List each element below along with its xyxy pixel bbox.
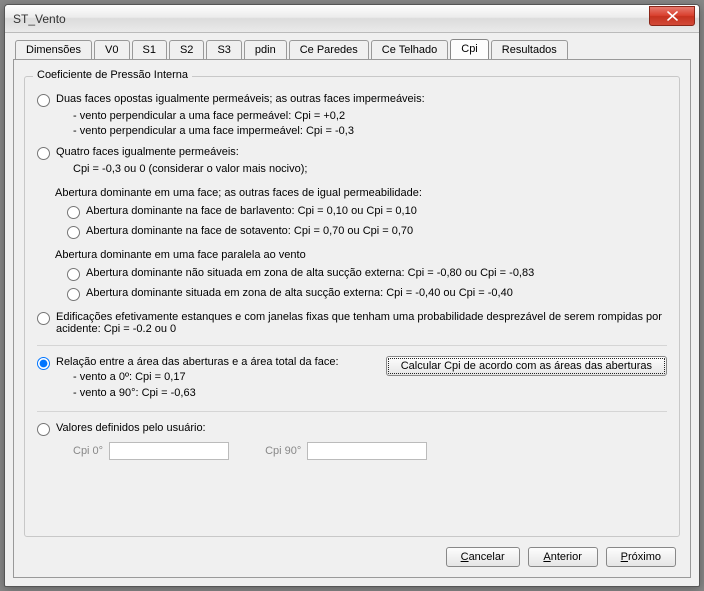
cancel-button[interactable]: Cancelar — [446, 547, 520, 567]
option-label: Abertura dominante situada em zona de al… — [86, 287, 513, 299]
titlebar: ST_Vento — [5, 5, 699, 33]
cpi0-label: Cpi 0° — [73, 445, 103, 457]
calc-cpi-button[interactable]: Calcular Cpi de acordo com as áreas das … — [386, 356, 667, 376]
cpi0-input[interactable] — [109, 442, 229, 460]
tab-dimensões[interactable]: Dimensões — [15, 40, 92, 60]
duas-faces-sub1: - vento perpendicular a uma face permeáv… — [73, 109, 667, 124]
tab-v0[interactable]: V0 — [94, 40, 129, 60]
quatro-faces-sub1: Cpi = -0,3 ou 0 (considerar o valor mais… — [73, 162, 667, 177]
next-button[interactable]: Próximo — [606, 547, 676, 567]
option-usuario[interactable]: Valores definidos pelo usuário: — [37, 422, 667, 436]
option-quatro-faces[interactable]: Quatro faces igualmente permeáveis: — [37, 146, 667, 160]
option-barlavento[interactable]: Abertura dominante na face de barlavento… — [67, 205, 667, 219]
prev-button[interactable]: Anterior — [528, 547, 598, 567]
option-nao-situada[interactable]: Abertura dominante não situada em zona d… — [67, 267, 667, 281]
option-duas-faces[interactable]: Duas faces opostas igualmente permeáveis… — [37, 93, 667, 107]
option-label: Relação entre a área das aberturas e a á… — [56, 356, 339, 368]
tab-panel-cpi: Coeficiente de Pressão Interna Duas face… — [13, 59, 691, 578]
option-relacao[interactable]: Relação entre a área das aberturas e a á… — [37, 356, 370, 370]
groupbox-title: Coeficiente de Pressão Interna — [33, 69, 192, 81]
radio-duas-faces[interactable] — [37, 94, 50, 107]
window: ST_Vento DimensõesV0S1S2S3pdinCe Paredes… — [4, 4, 700, 587]
tab-s3[interactable]: S3 — [206, 40, 241, 60]
tab-s1[interactable]: S1 — [132, 40, 167, 60]
cpi90-label: Cpi 90° — [265, 445, 301, 457]
option-sotavento[interactable]: Abertura dominante na face de sotavento:… — [67, 225, 667, 239]
radio-relacao[interactable] — [37, 357, 50, 370]
heading-abertura-paralela: Abertura dominante em uma face paralela … — [55, 249, 667, 261]
radio-sotavento[interactable] — [67, 226, 80, 239]
relacao-sub1: - vento a 0º: Cpi = 0,17 — [73, 370, 370, 385]
tab-resultados[interactable]: Resultados — [491, 40, 568, 60]
radio-estanques[interactable] — [37, 312, 50, 325]
option-label: Duas faces opostas igualmente permeáveis… — [56, 93, 425, 105]
groupbox-cpi: Coeficiente de Pressão Interna Duas face… — [24, 76, 680, 537]
option-label: Abertura dominante na face de barlavento… — [86, 205, 417, 217]
duas-faces-sub2: - vento perpendicular a uma face imperme… — [73, 124, 667, 139]
window-title: ST_Vento — [13, 12, 649, 26]
radio-nao-situada[interactable] — [67, 268, 80, 281]
client-area: DimensõesV0S1S2S3pdinCe ParedesCe Telhad… — [5, 33, 699, 586]
radio-barlavento[interactable] — [67, 206, 80, 219]
tab-ce-telhado[interactable]: Ce Telhado — [371, 40, 448, 60]
tab-pdin[interactable]: pdin — [244, 40, 287, 60]
heading-abertura-uma-face: Abertura dominante em uma face; as outra… — [55, 187, 667, 199]
tab-ce-paredes[interactable]: Ce Paredes — [289, 40, 369, 60]
radio-quatro-faces[interactable] — [37, 147, 50, 160]
option-label: Quatro faces igualmente permeáveis: — [56, 146, 239, 158]
option-relacao-row: Relação entre a área das aberturas e a á… — [37, 356, 667, 401]
option-estanques[interactable]: Edificações efetivamente estanques e com… — [37, 311, 667, 335]
option-label: Edificações efetivamente estanques e com… — [56, 311, 667, 335]
tab-cpi[interactable]: Cpi — [450, 39, 489, 59]
radio-usuario[interactable] — [37, 423, 50, 436]
cpi90-input[interactable] — [307, 442, 427, 460]
user-values-row: Cpi 0° Cpi 90° — [73, 442, 667, 460]
tab-s2[interactable]: S2 — [169, 40, 204, 60]
option-label: Abertura dominante na face de sotavento:… — [86, 225, 413, 237]
option-situada[interactable]: Abertura dominante situada em zona de al… — [67, 287, 667, 301]
close-icon — [667, 11, 678, 21]
divider — [37, 345, 667, 346]
wizard-footer: Cancelar Anterior Próximo — [24, 537, 680, 567]
option-label: Valores definidos pelo usuário: — [56, 422, 206, 434]
relacao-sub2: - vento a 90°: Cpi = -0,63 — [73, 386, 370, 401]
close-button[interactable] — [649, 6, 695, 26]
divider — [37, 411, 667, 412]
tab-strip: DimensõesV0S1S2S3pdinCe ParedesCe Telhad… — [13, 39, 691, 59]
option-label: Abertura dominante não situada em zona d… — [86, 267, 534, 279]
radio-situada[interactable] — [67, 288, 80, 301]
